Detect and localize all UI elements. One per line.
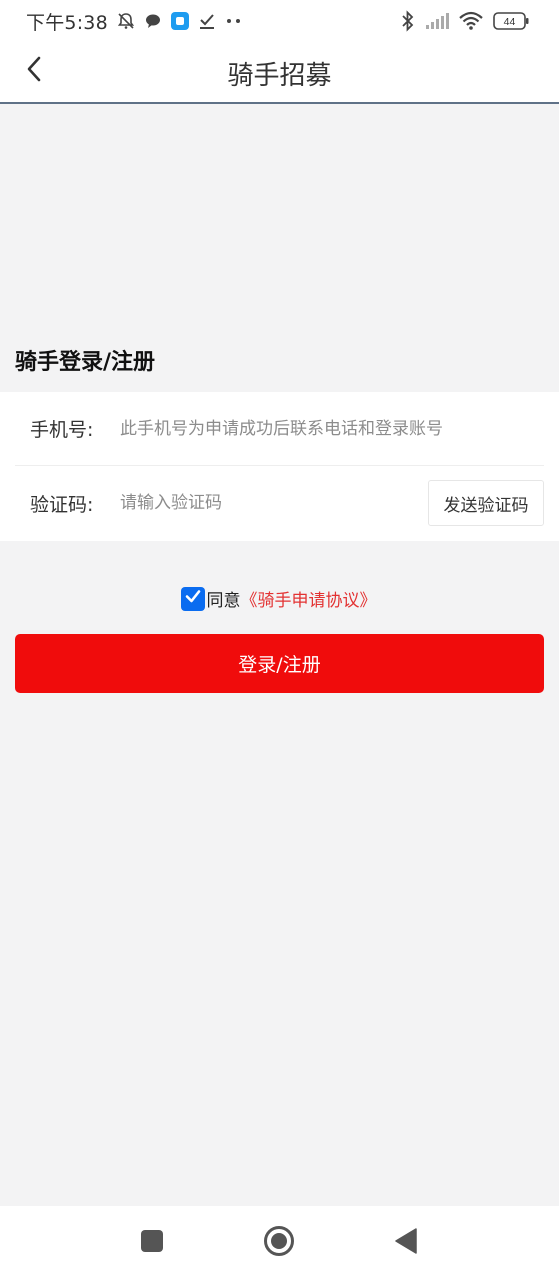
app-header: 骑手招募 xyxy=(0,42,559,104)
code-label: 验证码: xyxy=(30,493,94,516)
system-nav-bar xyxy=(0,1206,559,1280)
phone-label: 手机号: xyxy=(30,419,94,441)
login-form: 手机号: 验证码: 发送验证码 xyxy=(0,392,559,541)
status-bar: 下午5:38 44 xyxy=(0,0,559,42)
section-title: 骑手登录/注册 xyxy=(15,350,156,375)
status-time: 下午5:38 xyxy=(26,11,108,34)
battery-level: 44 xyxy=(504,16,516,28)
battery-icon: 44 xyxy=(493,12,529,30)
agreement-link[interactable]: 《骑手申请协议》 xyxy=(241,586,377,611)
verification-code-row: 验证码: 发送验证码 xyxy=(15,466,544,540)
phone-row: 手机号: xyxy=(15,392,544,466)
wifi-icon xyxy=(459,11,483,31)
rider-recruitment-page: 下午5:38 44 骑手招募 骑手登录/注册 手机号: 此手机号为申请成功后联系… xyxy=(0,0,559,1280)
app-notification-icon xyxy=(170,11,190,31)
home-button[interactable] xyxy=(257,1221,301,1265)
recent-apps-icon xyxy=(140,1229,164,1257)
checkmark-icon xyxy=(184,587,202,610)
verification-code-input[interactable] xyxy=(120,493,428,513)
recent-apps-button[interactable] xyxy=(130,1221,174,1265)
signal-icon xyxy=(425,12,449,30)
status-right-group: 44 xyxy=(401,10,529,32)
download-check-icon xyxy=(198,12,216,30)
home-icon xyxy=(263,1225,295,1261)
phone-input[interactable] xyxy=(120,418,544,439)
page-title: 骑手招募 xyxy=(227,61,332,91)
chat-bubble-icon xyxy=(144,12,162,30)
send-code-button[interactable]: 发送验证码 xyxy=(428,480,544,526)
more-dots-icon xyxy=(224,16,244,26)
login-register-button[interactable]: 登录/注册 xyxy=(15,634,544,693)
agreement-prefix: 同意 xyxy=(206,591,241,611)
status-left-group: 下午5:38 xyxy=(26,8,244,35)
system-back-button[interactable] xyxy=(384,1221,428,1265)
agreement-row: 同意 《骑手申请协议》 xyxy=(0,586,559,611)
mute-bell-icon xyxy=(116,11,136,31)
back-triangle-icon xyxy=(394,1228,418,1258)
bluetooth-icon xyxy=(401,10,415,32)
agree-checkbox[interactable] xyxy=(180,586,205,611)
